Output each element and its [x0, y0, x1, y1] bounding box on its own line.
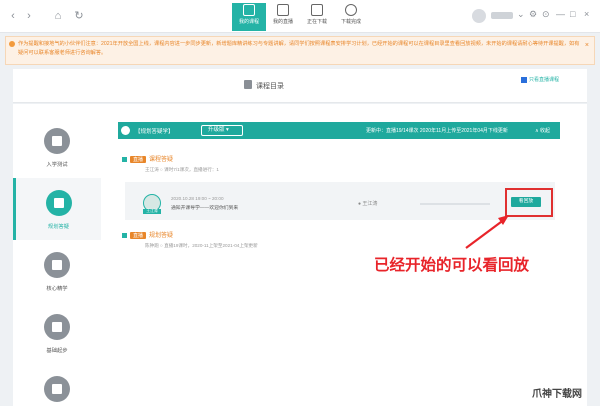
course-icon	[243, 4, 255, 16]
close-icon[interactable]: ×	[584, 9, 589, 19]
section-title: 课程答疑	[149, 157, 174, 163]
tab-my-live[interactable]: 我的直播	[266, 3, 300, 31]
highlight-box	[505, 188, 553, 217]
dropdown-icon[interactable]: ⌄	[517, 9, 525, 20]
dropdown-value: 升级版	[208, 127, 225, 133]
tab-downloaded[interactable]: 下载完成	[334, 3, 368, 31]
course-meta: 更新中：直播19/14课次 2020年11月上传至2021年04月下线更新	[366, 128, 508, 134]
download-icon	[311, 4, 323, 16]
title-bar: ‹ › ⌂ ↻ 我的课程 我的直播 正在下载 下载完成 ⌄ ⚙ ⊙ — □ ×	[0, 0, 600, 33]
live-only-checkbox[interactable]: 只看直播课程	[521, 76, 559, 83]
live-badge: 直播	[130, 156, 147, 163]
checkbox-label: 只看直播课程	[529, 77, 560, 83]
section-header[interactable]: 直播 规划答疑	[122, 230, 173, 239]
course-header: 【规划答疑学】 升级版 ▾ 更新中：直播19/14课次 2020年11月上传至2…	[118, 122, 560, 139]
back-icon[interactable]: ‹	[6, 9, 20, 23]
directory-title: 课程目录	[256, 83, 284, 90]
study-icon	[44, 252, 70, 278]
sidebar-item-label: 基础起步	[46, 348, 68, 354]
section-subtitle: 陈钟跑 ○ 直播19课时，2020-11上架至2021-04上架更新	[145, 243, 258, 248]
lesson-teacher-name: 王江涛	[362, 201, 378, 207]
tab-my-courses[interactable]: 我的课程	[232, 3, 266, 31]
watermark: 爪神下载网	[532, 389, 582, 400]
sidebar-item-core-study[interactable]: 核心精学	[13, 240, 101, 302]
sidebar-item-basics[interactable]: 基础起步	[13, 302, 101, 364]
notice-text: 作为提醒和接地气的小伙伴们注意：2021年开放全国上线，课程内容进一步同步更新，…	[18, 41, 580, 56]
avatar[interactable]	[472, 9, 486, 23]
checkbox-icon[interactable]	[521, 76, 527, 83]
tab-downloading[interactable]: 正在下载	[300, 3, 334, 31]
user-icon: ●	[358, 201, 362, 207]
maximize-icon[interactable]: □	[570, 9, 575, 19]
settings-icon[interactable]: ⚙	[529, 9, 537, 20]
refresh-icon[interactable]: ↻	[72, 9, 86, 23]
lesson-progress	[420, 203, 490, 205]
tab-label: 我的课程	[238, 19, 259, 25]
sidebar-item-label: 入学测试	[46, 162, 68, 168]
sidebar: 入学测试 规划答疑 核心精学 基础起步	[13, 104, 101, 406]
catalog-icon	[244, 80, 252, 89]
section-title: 规划答疑	[149, 233, 174, 239]
teacher-tag: 王江涛	[143, 209, 161, 214]
tab-label: 下载完成	[340, 19, 361, 25]
forward-icon[interactable]: ›	[22, 9, 36, 23]
sidebar-item-more[interactable]	[13, 364, 101, 406]
section-subtitle: 王江涛 ○ 课时7/1课次，直播进行：1	[145, 167, 219, 172]
version-dropdown[interactable]: 升级版 ▾	[201, 125, 243, 136]
base-icon	[44, 314, 70, 340]
minimize-icon[interactable]: —	[556, 9, 565, 19]
live-icon	[277, 4, 289, 16]
course-logo-icon	[121, 126, 130, 135]
lesson-teacher: ● 王江涛	[358, 200, 377, 207]
section-marker-icon	[122, 232, 127, 238]
home-icon[interactable]: ⌂	[51, 9, 65, 23]
section-header[interactable]: 直播 课程答疑	[122, 154, 173, 163]
directory-bar: 课程目录	[13, 69, 587, 103]
course-title: 【规划答疑学】	[135, 129, 174, 135]
notice-close-icon[interactable]: ×	[585, 41, 589, 50]
notice-banner: 作为提醒和接地气的小伙伴们注意：2021年开放全国上线，课程内容进一步同步更新，…	[5, 36, 595, 65]
sidebar-item-label: 规划答疑	[47, 224, 70, 230]
sidebar-item-entrance-test[interactable]: 入学测试	[13, 116, 101, 178]
tab-label: 正在下载	[306, 19, 327, 25]
menu-icon[interactable]: ⊙	[542, 9, 550, 20]
warning-icon	[9, 41, 15, 47]
live-badge: 直播	[130, 232, 147, 239]
lesson-time: 2020.10.28 19:00 ~ 20:00	[171, 196, 224, 201]
collapse-button[interactable]: ∧ 收起	[535, 127, 550, 134]
lesson-row[interactable]	[125, 182, 555, 220]
more-icon	[44, 376, 70, 402]
sidebar-item-label: 核心精学	[46, 286, 68, 292]
section-marker-icon	[122, 156, 127, 162]
check-icon	[345, 4, 357, 16]
annotation-text: 已经开始的可以看回放	[374, 257, 530, 274]
test-icon	[44, 128, 70, 154]
book-icon	[45, 190, 72, 216]
lesson-name: 通知开课导学——欢迎你们到来	[171, 206, 239, 211]
tab-label: 我的直播	[272, 19, 293, 25]
sidebar-item-planning[interactable]: 规划答疑	[13, 178, 101, 240]
username[interactable]	[491, 12, 513, 19]
